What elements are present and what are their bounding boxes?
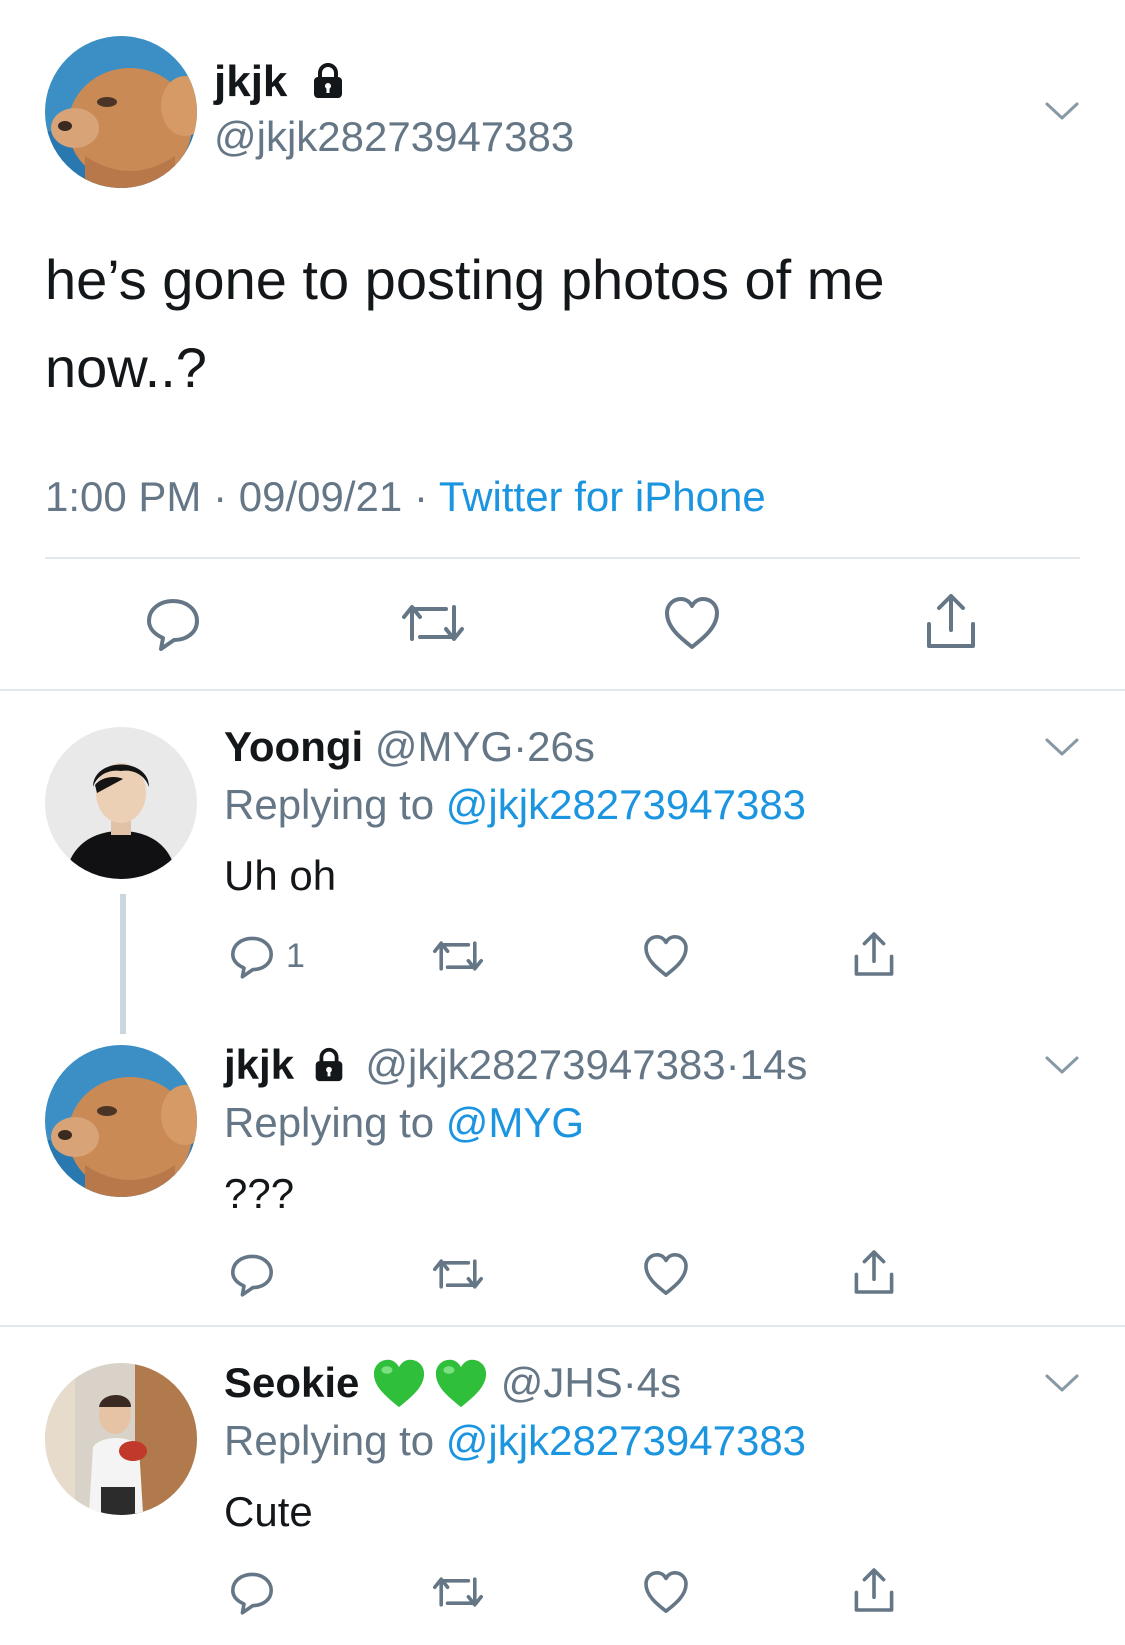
tweet-time: 1:00 PM [45,473,202,520]
author-handle[interactable]: @JHS [501,1359,623,1406]
chevron-down-icon[interactable] [1044,1054,1080,1076]
tweet-text: he’s gone to posting photos of me now..? [45,236,885,412]
divider [45,557,1080,559]
tweet-meta: 1:00 PM · 09/09/21 · Twitter for iPhone [45,472,766,522]
tweet-text-line-2: now..? [45,336,207,399]
reply-text: Cute [224,1488,313,1535]
person-avatar-image [45,1363,197,1515]
reply-button[interactable]: 1 [228,932,305,980]
replying-to-link[interactable]: @MYG [446,1099,584,1146]
avatar-seokie[interactable] [45,1363,197,1515]
replying-to: Replying to @jkjk28273947383 [224,1416,806,1466]
retweet-icon [433,941,483,971]
person-avatar-image [45,727,197,879]
share-icon [927,594,975,648]
share-button[interactable] [921,590,981,652]
chevron-down-icon[interactable] [1044,100,1080,122]
replying-to-label: Replying to [224,1099,435,1146]
replying-to-label: Replying to [224,1417,435,1464]
retweet-icon [433,1577,483,1607]
dot-separator: · [622,1359,637,1406]
reply-button[interactable] [228,1568,276,1616]
retweet-icon [433,1259,483,1289]
like-button[interactable] [642,1250,690,1298]
heart-icon [644,1571,688,1613]
retweet-button[interactable] [430,1250,486,1298]
avatar-yoongi[interactable] [45,727,197,879]
meta-separator: · [213,473,228,520]
lock-icon [313,63,342,99]
heart-icon [644,1253,688,1295]
tweet-source-link[interactable]: Twitter for iPhone [439,473,766,520]
dog-avatar-image [45,36,197,188]
share-button[interactable] [850,1564,898,1616]
author-name[interactable]: jkjk [214,57,287,106]
reply-button[interactable] [143,593,203,653]
lock-icon [315,1047,343,1082]
author-name[interactable]: Seokie [224,1359,359,1406]
author-name[interactable]: Yoongi [224,723,363,770]
avatar-jkjk[interactable] [45,1045,197,1197]
reply-icon [147,599,199,651]
tweet-text-line-1: he’s gone to posting photos of me [45,248,885,311]
dot-separator: · [513,723,528,770]
author-name[interactable]: jkjk [224,1041,294,1088]
share-icon [854,1250,894,1294]
reply-count: 1 [286,936,305,975]
like-button[interactable] [642,932,690,980]
thread-line [120,894,126,1034]
like-button[interactable] [642,1568,690,1616]
replying-to: Replying to @jkjk28273947383 [224,780,806,830]
retweet-icon [402,605,464,641]
chevron-down-icon[interactable] [1044,1372,1080,1394]
share-icon [854,932,894,976]
replying-to: Replying to @MYG [224,1098,584,1148]
reply-header: Yoongi @MYG·26s [224,722,595,772]
reply-header: jkjk @jkjk28273947383·14s [224,1040,807,1090]
heart-icon [665,597,719,649]
reply-header: Seokie @JHS·4s [224,1358,681,1409]
author-handle[interactable]: @MYG [375,723,513,770]
chevron-down-icon[interactable] [1044,736,1080,758]
share-icon [854,1568,894,1612]
retweet-button[interactable] [430,1568,486,1616]
replying-to-link[interactable]: @jkjk28273947383 [446,781,806,828]
green-heart-emoji-icon [436,1359,487,1408]
dog-avatar-image [45,1045,197,1197]
reply-text: ??? [224,1170,295,1217]
tweet-age: 14s [739,1041,808,1088]
tweet-age: 4s [636,1359,682,1406]
reply-button[interactable] [228,1250,276,1298]
reply-icon [231,936,273,979]
divider [0,689,1125,691]
tweet-age: 26s [527,723,595,770]
reply-icon [231,1254,273,1297]
author-handle[interactable]: @jkjk28273947383 [214,112,574,162]
reply-text: Uh oh [224,852,337,899]
replying-to-link[interactable]: @jkjk28273947383 [446,1417,806,1464]
reply-icon [231,1572,273,1615]
heart-icon [644,935,688,977]
replying-to-label: Replying to [224,781,435,828]
retweet-button[interactable] [398,593,468,653]
avatar-jkjk[interactable] [45,36,197,188]
tweet-date: 09/09/21 [238,473,403,520]
green-heart-emoji-icon [374,1359,425,1408]
meta-separator: · [413,473,428,520]
retweet-button[interactable] [430,932,486,980]
author-handle[interactable]: @jkjk28273947383 [365,1041,725,1088]
like-button[interactable] [662,593,722,653]
divider [0,1325,1125,1327]
share-button[interactable] [850,1246,898,1298]
dot-separator: · [725,1041,740,1088]
share-button[interactable] [850,928,898,980]
